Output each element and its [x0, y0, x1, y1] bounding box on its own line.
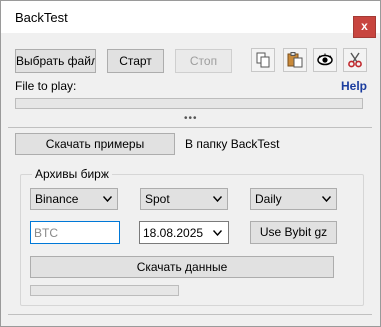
chevron-down-icon	[213, 196, 222, 202]
download-data-button[interactable]: Скачать данные	[30, 256, 334, 278]
use-bybit-gz-button[interactable]: Use Bybit gz	[250, 221, 337, 244]
close-button[interactable]: x	[353, 16, 376, 38]
market-value: Spot	[145, 192, 170, 206]
scissors-icon	[348, 52, 362, 68]
file-to-play-label: File to play:	[15, 79, 77, 93]
copy-icon	[256, 52, 270, 68]
interval-value: Daily	[255, 192, 282, 206]
splitter-grip[interactable]: •••	[184, 113, 198, 124]
copy-button[interactable]	[251, 48, 275, 72]
choose-file-button[interactable]: Выбрать файл	[15, 49, 96, 73]
date-value: 18.08.2025	[143, 226, 204, 240]
symbol-placeholder: BTC	[34, 226, 58, 240]
archives-legend: Архивы бирж	[32, 167, 112, 181]
paste-icon	[287, 52, 303, 68]
window-title: BackTest	[15, 10, 68, 25]
date-picker[interactable]: 18.08.2025	[139, 221, 229, 244]
view-button[interactable]	[313, 48, 337, 72]
exchange-value: Binance	[35, 192, 79, 206]
paste-button[interactable]	[283, 48, 307, 72]
title-bar[interactable]: BackTest	[1, 1, 380, 33]
help-link[interactable]: Help	[341, 79, 367, 93]
cut-button[interactable]	[343, 48, 367, 72]
chevron-down-icon	[103, 196, 112, 202]
start-button[interactable]: Старт	[107, 49, 164, 73]
interval-select[interactable]: Daily	[250, 188, 337, 210]
backtest-window: BackTest x Выбрать файл Старт Стоп File …	[0, 0, 381, 327]
symbol-input[interactable]: BTC	[30, 221, 120, 244]
download-progress-bar	[30, 285, 179, 296]
market-select[interactable]: Spot	[140, 188, 228, 210]
file-progress-bar	[15, 98, 363, 109]
chevron-down-icon	[213, 230, 222, 236]
exchange-select[interactable]: Binance	[30, 188, 118, 210]
chevron-down-icon	[322, 196, 331, 202]
stop-button[interactable]: Стоп	[175, 49, 232, 73]
folder-label: В папку BackTest	[185, 137, 280, 151]
eye-icon	[317, 53, 333, 66]
download-examples-button[interactable]: Скачать примеры	[15, 133, 175, 155]
